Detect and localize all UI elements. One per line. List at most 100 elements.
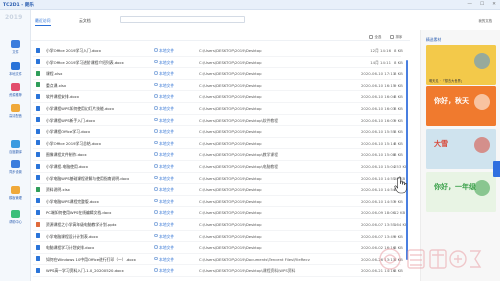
file-type-icon — [36, 175, 40, 181]
close-icon[interactable]: ✕ — [492, 2, 496, 7]
file-date: 2020-06-10 15:14 — [361, 140, 396, 146]
file-name: 小学Office 2019学习总结.docx — [46, 140, 102, 146]
sidebar-item-label: 文件 — [12, 50, 19, 54]
file-location: 本地文件 — [159, 210, 175, 216]
scrollbar[interactable] — [406, 60, 408, 260]
file-date: 2020-06-10 14:54 — [361, 187, 396, 193]
app-title: TC2D1 - 朗乐 — [3, 3, 35, 8]
location-icon — [154, 175, 158, 180]
file-type-icon — [36, 70, 40, 76]
file-type-icon — [36, 186, 40, 192]
template-thumbnail[interactable]: 你好，一年级 — [426, 172, 496, 212]
file-type-icon — [36, 209, 40, 215]
file-type-icon — [36, 140, 40, 146]
maximize-icon[interactable]: ☐ — [480, 2, 484, 7]
thumbnail-title: 你好，秋天 — [434, 97, 469, 105]
file-date: 14月 14:11 — [370, 59, 391, 65]
sidebar-item-icon — [11, 140, 20, 148]
sort-label: 排序 — [395, 35, 403, 39]
file-type-icon — [36, 221, 40, 227]
sidebar-item-icon — [11, 160, 20, 168]
file-date: 2020-06-10 14:55 — [361, 175, 396, 181]
file-location: 本地文件 — [159, 222, 175, 227]
search-input[interactable] — [120, 16, 245, 23]
checkbox-icon — [390, 34, 394, 39]
sidebar-item-4[interactable]: 百度翻译 — [0, 140, 31, 157]
sidebar-item-7[interactable]: 帮助中心 — [0, 210, 31, 227]
file-date: 2020-06-10 14:53 — [361, 198, 396, 204]
file-name: 小学电脑WPS课程完整版.docx — [46, 198, 99, 204]
file-date: 2020-06-07 13:55 — [361, 222, 396, 227]
file-location: 本地文件 — [159, 140, 175, 146]
side-expand-tab[interactable] — [493, 161, 500, 177]
file-path: C:\Users\DESKTOP\2019\Desktop — [199, 71, 262, 77]
sidebar-item-5[interactable]: 同步设置 — [0, 160, 31, 177]
file-type-icon — [36, 244, 40, 250]
location-icon — [154, 152, 158, 156]
sort-checkbox[interactable]: 排序 — [390, 34, 402, 39]
sidebar-item-icon — [11, 186, 20, 194]
file-type-icon — [36, 267, 40, 273]
file-location: 本地文件 — [159, 198, 175, 204]
location-icon — [154, 222, 158, 226]
location-icon — [154, 268, 158, 272]
watermark-logo — [379, 248, 482, 270]
top-bar: 最近访问 云文档 我的文档 — [31, 10, 492, 30]
filter-bar: 全选 排序 — [31, 31, 410, 41]
file-name: 小学课程Office学习.docx — [46, 129, 91, 135]
file-date: 12月 14:16 — [370, 48, 391, 53]
file-location: 本地文件 — [159, 48, 175, 53]
file-location: 本地文件 — [159, 164, 175, 169]
file-path: C:\Users\DESKTOP\2019\Desktop — [199, 233, 262, 239]
template-thumbnail[interactable]: 明天见 · 「想去大世界」 — [426, 45, 496, 85]
sidebar-item-icon — [11, 40, 20, 48]
sidebar-item-label: 本地文件 — [9, 72, 22, 76]
file-name: WPS高一学习资料入门-1.0_20200520.docx — [46, 268, 124, 274]
sidebar-item-3[interactable]: 高清配音 — [0, 104, 31, 121]
sidebar-item-2[interactable]: 资源推荐 — [0, 83, 31, 100]
location-icon — [154, 198, 158, 203]
file-path: C:\Users\DESKTOP\2019\Desktop — [199, 129, 262, 135]
sidebar-item-label: 模板管理 — [9, 196, 22, 200]
file-type-icon — [36, 163, 40, 169]
location-icon — [154, 140, 158, 145]
file-type-icon — [36, 47, 40, 53]
file-name: 小学电脑WPS基础课程讲解与使用指南说明.docx — [46, 175, 130, 181]
file-name: 电脑课程学习计划安排.docx — [46, 245, 95, 251]
user-label[interactable]: 我的文档 — [478, 18, 492, 23]
file-date: 2020-06-10 17:11 — [361, 71, 396, 77]
sidebar-item-6[interactable]: 模板管理 — [0, 186, 31, 203]
file-type-icon — [36, 256, 40, 262]
template-thumbnail[interactable]: 大雪 — [426, 129, 496, 169]
location-icon — [154, 210, 158, 214]
thumbnail-caption: 明天见 · 「想去大世界」 — [429, 79, 464, 83]
template-thumbnail[interactable]: 你好，秋天 — [426, 86, 496, 126]
file-path: C:\Users\DESKTOP\2019\Desktop — [199, 59, 262, 65]
file-name: 如何在Windows 10中用Office进行打印（一）.docx — [46, 256, 136, 262]
file-path: C:\Users\DESKTOP\2019\Desktop — [199, 106, 262, 111]
file-location: 本地文件 — [159, 59, 175, 65]
file-row[interactable]: WPS高一学习资料入门-1.0_20200520.docx 本地文件 C:\User… — [33, 264, 403, 277]
file-date: 2020-06-10 16:03 — [361, 117, 396, 123]
file-path: C:\Users\DESKTOP\2019\Desktop — [199, 48, 262, 53]
file-name: 课程.xlsx — [46, 71, 63, 77]
thumbnail-title: 大雪 — [434, 140, 448, 148]
window-controls: — ☐ ✕ — [467, 2, 496, 7]
select-all-checkbox[interactable]: 全选 — [369, 34, 381, 39]
file-type-icon — [36, 151, 40, 157]
tab-recent[interactable]: 最近访问 — [35, 18, 51, 26]
file-type-icon — [36, 233, 40, 239]
sidebar-item-1[interactable]: 本地文件 — [0, 62, 31, 79]
location-icon — [154, 71, 158, 75]
file-name: 重点课.xlsx — [46, 82, 67, 88]
tab-cloud-docs[interactable]: 云文档 — [79, 18, 91, 25]
minimize-icon[interactable]: — — [467, 2, 472, 7]
file-path: C:\Users\DESKTOP\2019\Desktop — [199, 82, 262, 88]
file-path: C:\Users\DESKTOP\2019\Desktop\电脑教程 — [199, 164, 278, 169]
sidebar-item-0[interactable]: 文件 — [0, 40, 31, 57]
file-path: C:\Users\DESKTOP\2019\Desktop — [199, 94, 262, 100]
file-location: 本地文件 — [159, 256, 175, 262]
file-type-icon — [36, 93, 40, 99]
location-icon — [154, 48, 158, 52]
file-name: 小学课程WPS新手入门.docx — [46, 117, 96, 123]
